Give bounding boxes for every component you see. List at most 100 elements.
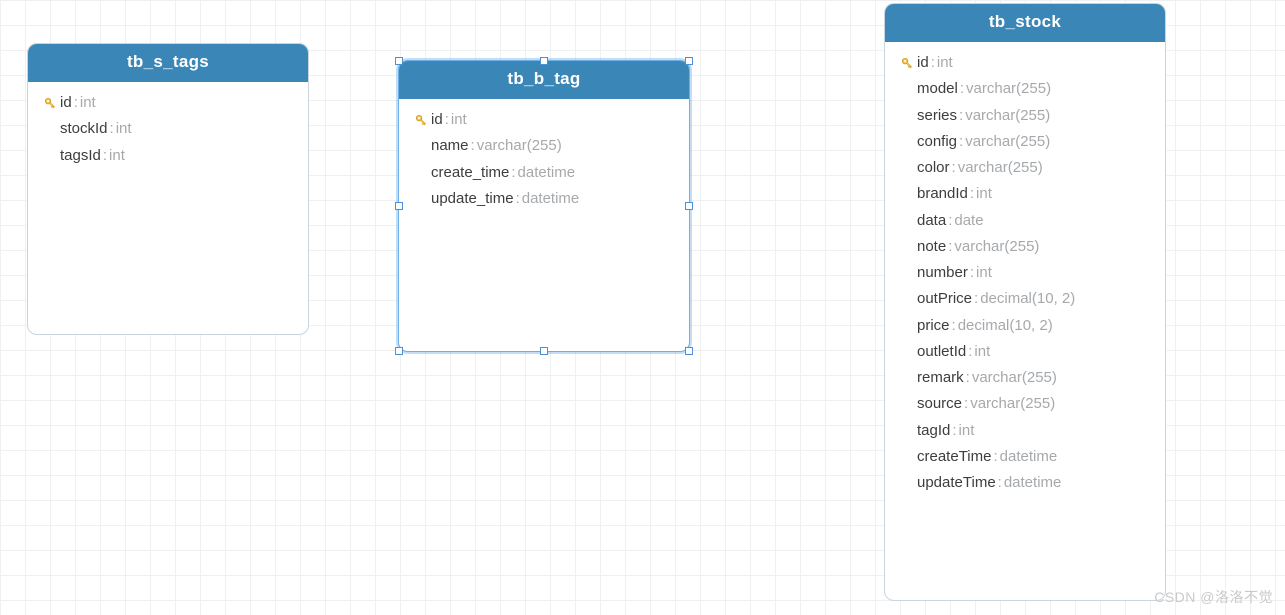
field-type: int [937, 50, 953, 76]
entity-title[interactable]: tb_stock [885, 4, 1165, 42]
field-row[interactable]: brandId:int [897, 181, 1153, 207]
field-row[interactable]: model:varchar(255) [897, 76, 1153, 102]
field-separator: : [968, 339, 972, 365]
field-separator: : [952, 418, 956, 444]
entity-tb_b_tag[interactable]: tb_b_tag id:intname:varchar(255)create_t… [398, 60, 690, 352]
selection-handle[interactable] [685, 347, 693, 355]
field-separator: : [103, 143, 107, 169]
field-type: int [109, 143, 125, 169]
field-separator: : [966, 365, 970, 391]
field-name: create_time [431, 160, 509, 186]
selection-handle[interactable] [395, 202, 403, 210]
primary-key-indicator [411, 112, 431, 128]
entity-title[interactable]: tb_b_tag [399, 61, 689, 99]
field-row[interactable]: id:int [40, 90, 296, 116]
field-separator: : [998, 470, 1002, 496]
field-row[interactable]: data:date [897, 208, 1153, 234]
field-type: decimal(10, 2) [958, 313, 1053, 339]
field-separator: : [948, 208, 952, 234]
primary-key-indicator [897, 55, 917, 71]
field-separator: : [970, 260, 974, 286]
field-row[interactable]: source:varchar(255) [897, 391, 1153, 417]
field-row[interactable]: update_time:datetime [411, 186, 677, 212]
field-row[interactable]: tagsId:int [40, 143, 296, 169]
entity-fields: id:intname:varchar(255)create_time:datet… [399, 99, 689, 226]
field-row[interactable]: remark:varchar(255) [897, 365, 1153, 391]
field-name: createTime [917, 444, 991, 470]
field-name: tagsId [60, 143, 101, 169]
field-type: datetime [518, 160, 576, 186]
selection-handle[interactable] [685, 57, 693, 65]
field-type: int [976, 181, 992, 207]
field-row[interactable]: series:varchar(255) [897, 103, 1153, 129]
field-type: decimal(10, 2) [980, 286, 1075, 312]
primary-key-icon [42, 95, 58, 111]
field-separator: : [952, 155, 956, 181]
field-separator: : [952, 313, 956, 339]
selection-handle[interactable] [540, 57, 548, 65]
diagram-canvas[interactable]: tb_s_tags id:intstockId:inttagsId:inttb_… [0, 0, 1285, 615]
selection-handle[interactable] [395, 347, 403, 355]
field-type: varchar(255) [958, 155, 1043, 181]
field-row[interactable]: tagId:int [897, 418, 1153, 444]
field-type: int [116, 116, 132, 142]
field-name: color [917, 155, 950, 181]
primary-key-icon [413, 112, 429, 128]
field-type: datetime [1004, 470, 1062, 496]
field-type: int [451, 107, 467, 133]
field-separator: : [445, 107, 449, 133]
field-type: int [974, 339, 990, 365]
field-separator: : [970, 181, 974, 207]
field-row[interactable]: number:int [897, 260, 1153, 286]
field-name: series [917, 103, 957, 129]
primary-key-icon [899, 55, 915, 71]
selection-handle[interactable] [395, 57, 403, 65]
field-type: varchar(255) [965, 129, 1050, 155]
field-row[interactable]: outPrice:decimal(10, 2) [897, 286, 1153, 312]
field-separator: : [959, 103, 963, 129]
field-name: id [60, 90, 72, 116]
field-type: date [954, 208, 983, 234]
field-row[interactable]: stockId:int [40, 116, 296, 142]
field-type: varchar(255) [954, 234, 1039, 260]
field-name: data [917, 208, 946, 234]
field-row[interactable]: name:varchar(255) [411, 133, 677, 159]
field-row[interactable]: price:decimal(10, 2) [897, 313, 1153, 339]
field-separator: : [974, 286, 978, 312]
field-name: id [431, 107, 443, 133]
selection-handle[interactable] [685, 202, 693, 210]
entity-tb_stock[interactable]: tb_stock id:intmodel:varchar(255)series:… [884, 3, 1166, 601]
field-name: model [917, 76, 958, 102]
field-row[interactable]: createTime:datetime [897, 444, 1153, 470]
field-type: datetime [522, 186, 580, 212]
entity-tb_s_tags[interactable]: tb_s_tags id:intstockId:inttagsId:int [27, 43, 309, 335]
field-name: outletId [917, 339, 966, 365]
field-type: varchar(255) [972, 365, 1057, 391]
field-name: config [917, 129, 957, 155]
field-row[interactable]: outletId:int [897, 339, 1153, 365]
field-row[interactable]: note:varchar(255) [897, 234, 1153, 260]
field-row[interactable]: id:int [411, 107, 677, 133]
field-type: int [959, 418, 975, 444]
field-separator: : [74, 90, 78, 116]
field-type: int [80, 90, 96, 116]
field-name: note [917, 234, 946, 260]
field-row[interactable]: create_time:datetime [411, 160, 677, 186]
field-row[interactable]: id:int [897, 50, 1153, 76]
field-name: outPrice [917, 286, 972, 312]
entity-title[interactable]: tb_s_tags [28, 44, 308, 82]
field-type: varchar(255) [477, 133, 562, 159]
field-separator: : [960, 76, 964, 102]
field-separator: : [511, 160, 515, 186]
selection-handle[interactable] [540, 347, 548, 355]
field-name: id [917, 50, 929, 76]
field-type: varchar(255) [965, 103, 1050, 129]
field-row[interactable]: config:varchar(255) [897, 129, 1153, 155]
field-row[interactable]: color:varchar(255) [897, 155, 1153, 181]
field-separator: : [964, 391, 968, 417]
field-name: brandId [917, 181, 968, 207]
field-type: varchar(255) [966, 76, 1051, 102]
field-type: varchar(255) [970, 391, 1055, 417]
field-separator: : [471, 133, 475, 159]
field-row[interactable]: updateTime:datetime [897, 470, 1153, 496]
